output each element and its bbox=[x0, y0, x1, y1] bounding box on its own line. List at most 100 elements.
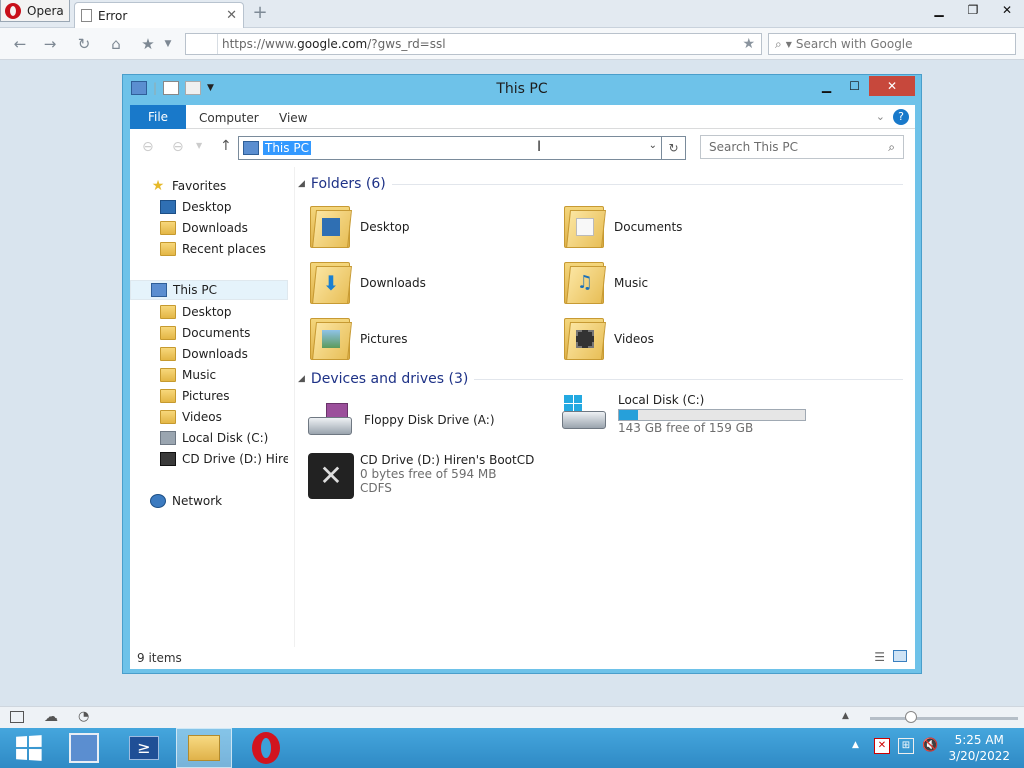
new-tab-button[interactable]: + bbox=[252, 4, 268, 22]
help-icon[interactable]: ? bbox=[893, 109, 909, 125]
taskbar-opera[interactable] bbox=[238, 728, 294, 768]
large-icons-view-icon[interactable] bbox=[893, 650, 907, 662]
details-view-icon[interactable]: ☰ bbox=[874, 650, 885, 664]
drive-floppy[interactable]: Floppy Disk Drive (A:) bbox=[306, 399, 495, 441]
cloud-icon[interactable]: ☁ bbox=[44, 709, 58, 725]
tab-file[interactable]: File bbox=[130, 105, 186, 129]
folder-videos[interactable]: Videos bbox=[562, 316, 654, 362]
taskbar-file-explorer[interactable] bbox=[176, 728, 232, 768]
drive-cd[interactable]: ✕ CD Drive (D:) Hiren's BootCD 0 bytes f… bbox=[306, 453, 534, 499]
minimize-button[interactable]: ▁ bbox=[922, 0, 956, 20]
back-arrow-icon[interactable]: ← bbox=[10, 34, 30, 54]
nav-pc-local-disk[interactable]: Local Disk (C:) bbox=[130, 428, 288, 448]
browser-window-controls: ▁ ❐ ✕ bbox=[922, 0, 1024, 20]
nav-pc-cd-drive[interactable]: CD Drive (D:) Hiren's BootCD bbox=[130, 449, 288, 469]
collapse-icon[interactable]: ◢ bbox=[298, 374, 305, 384]
nav-label: Favorites bbox=[172, 179, 227, 193]
system-clock[interactable]: 5:25 AM 3/20/2022 bbox=[948, 732, 1010, 764]
forward-arrow-icon[interactable]: → bbox=[40, 34, 60, 54]
taskbar-powershell[interactable]: ≥ bbox=[116, 728, 172, 768]
folder-downloads[interactable]: ⬇ Downloads bbox=[308, 260, 426, 306]
documents-folder-icon bbox=[562, 204, 606, 250]
refresh-icon[interactable]: ↻ bbox=[662, 136, 686, 160]
chevron-down-icon[interactable]: ▼ bbox=[158, 34, 178, 54]
search-input[interactable]: Search This PC ⌕ bbox=[700, 135, 904, 159]
group-title: Folders (6) bbox=[310, 176, 386, 192]
clock-time: 5:25 AM bbox=[954, 733, 1004, 747]
tab-title: Error bbox=[98, 8, 128, 23]
start-button[interactable] bbox=[0, 728, 56, 768]
panel-toggle-icon[interactable] bbox=[10, 711, 24, 723]
close-button[interactable]: ✕ bbox=[990, 0, 1024, 20]
nav-fav-desktop[interactable]: Desktop bbox=[130, 197, 288, 217]
restore-button[interactable]: ❐ bbox=[956, 0, 990, 20]
drive-local-disk[interactable]: Local Disk (C:) 143 GB free of 159 GB bbox=[560, 393, 806, 435]
address-row: ⊖ ⊖ ▼ ↑ This PC I ⌄ ↻ Search This PC ⌕ bbox=[130, 129, 915, 167]
minimize-button[interactable]: ▁ bbox=[813, 76, 840, 96]
local-disk-info: Local Disk (C:) 143 GB free of 159 GB bbox=[618, 393, 806, 435]
recent-locations-icon[interactable]: ▼ bbox=[196, 141, 202, 150]
web-search-input[interactable]: ⌕ ▼ Search with Google bbox=[768, 33, 1016, 55]
content-area: ★ Favorites Desktop Downloads Recent plac… bbox=[130, 167, 915, 647]
taskbar-server-manager[interactable] bbox=[56, 728, 112, 768]
address-field[interactable]: This PC I ⌄ bbox=[238, 136, 662, 160]
maximize-button[interactable]: ☐ bbox=[841, 76, 868, 96]
back-button[interactable]: ⊖ bbox=[142, 139, 154, 155]
nav-pc-downloads[interactable]: Downloads bbox=[130, 344, 288, 364]
nav-favorites[interactable]: ★ Favorites bbox=[130, 176, 288, 196]
taskbar: ≥ ▲ ✕ ⊞ 🔇 5:25 AM 3/20/2022 bbox=[0, 728, 1024, 768]
address-dropdown-icon[interactable]: ⌄ bbox=[649, 140, 657, 151]
nav-pc-desktop[interactable]: Desktop bbox=[130, 302, 288, 322]
opera-menu-button[interactable]: Opera bbox=[0, 0, 70, 22]
folder-label: Videos bbox=[614, 332, 654, 346]
devices-group-header[interactable]: ◢ Devices and drives (3) bbox=[298, 371, 903, 387]
bookmark-star-icon[interactable]: ★ bbox=[138, 34, 158, 54]
home-icon[interactable]: ⌂ bbox=[106, 34, 126, 54]
nav-fav-downloads[interactable]: Downloads bbox=[130, 218, 288, 238]
forward-button[interactable]: ⊖ bbox=[172, 139, 184, 155]
tab-computer[interactable]: Computer bbox=[199, 111, 259, 125]
zoom-slider-thumb[interactable] bbox=[905, 711, 917, 723]
up-arrow-icon[interactable]: ↑ bbox=[220, 138, 232, 154]
nav-pc-videos[interactable]: Videos bbox=[130, 407, 288, 427]
nav-this-pc[interactable]: This PC bbox=[130, 280, 288, 300]
chevron-down-icon[interactable]: ▼ bbox=[786, 40, 792, 49]
nav-pc-pictures[interactable]: Pictures bbox=[130, 386, 288, 406]
collapse-icon[interactable]: ◢ bbox=[298, 179, 305, 189]
nav-label: Downloads bbox=[182, 221, 248, 235]
show-hidden-icons[interactable]: ▲ bbox=[852, 740, 859, 750]
folder-label: Documents bbox=[614, 220, 683, 234]
bookmark-icon[interactable]: ★ bbox=[742, 36, 755, 52]
speed-dial-icon[interactable]: ◔ bbox=[78, 709, 89, 724]
browser-tab[interactable]: Error ✕ bbox=[74, 2, 244, 28]
reload-icon[interactable]: ↻ bbox=[74, 34, 94, 54]
network-status-icon[interactable]: ⊞ bbox=[898, 738, 914, 754]
address-bar[interactable]: https://www. google.com/?gws_rd=ssl ★ bbox=[185, 33, 762, 55]
nav-label: Music bbox=[182, 368, 217, 382]
nav-label: Desktop bbox=[182, 305, 232, 319]
volume-muted-icon[interactable]: 🔇 bbox=[922, 738, 938, 753]
close-button[interactable]: ✕ bbox=[869, 76, 915, 96]
expand-ribbon-icon[interactable]: ⌄ bbox=[876, 110, 885, 123]
nav-label: Videos bbox=[182, 410, 222, 424]
nav-fav-recent[interactable]: Recent places bbox=[130, 239, 288, 259]
zoom-up-icon[interactable]: ▲ bbox=[842, 711, 849, 721]
nav-network[interactable]: Network bbox=[130, 491, 288, 511]
tab-view[interactable]: View bbox=[279, 111, 307, 125]
address-text[interactable]: This PC bbox=[263, 141, 311, 155]
disk-usage-bar bbox=[618, 409, 806, 421]
search-icon: ⌕ bbox=[775, 36, 782, 51]
nav-pc-documents[interactable]: Documents bbox=[130, 323, 288, 343]
folder-pictures[interactable]: Pictures bbox=[308, 316, 408, 362]
nav-pc-music[interactable]: Music bbox=[130, 365, 288, 385]
ribbon: File Computer View ⌄ ? bbox=[130, 105, 915, 129]
folder-desktop[interactable]: Desktop bbox=[308, 204, 410, 250]
folders-group-header[interactable]: ◢ Folders (6) bbox=[298, 176, 903, 192]
close-tab-icon[interactable]: ✕ bbox=[226, 8, 237, 23]
site-info-icon[interactable] bbox=[186, 34, 218, 54]
folder-music[interactable]: ♫ Music bbox=[562, 260, 648, 306]
desktop-folder-icon bbox=[308, 204, 352, 250]
folder-documents[interactable]: Documents bbox=[562, 204, 682, 250]
action-center-icon[interactable]: ✕ bbox=[874, 738, 890, 754]
zoom-slider[interactable] bbox=[870, 717, 1018, 720]
